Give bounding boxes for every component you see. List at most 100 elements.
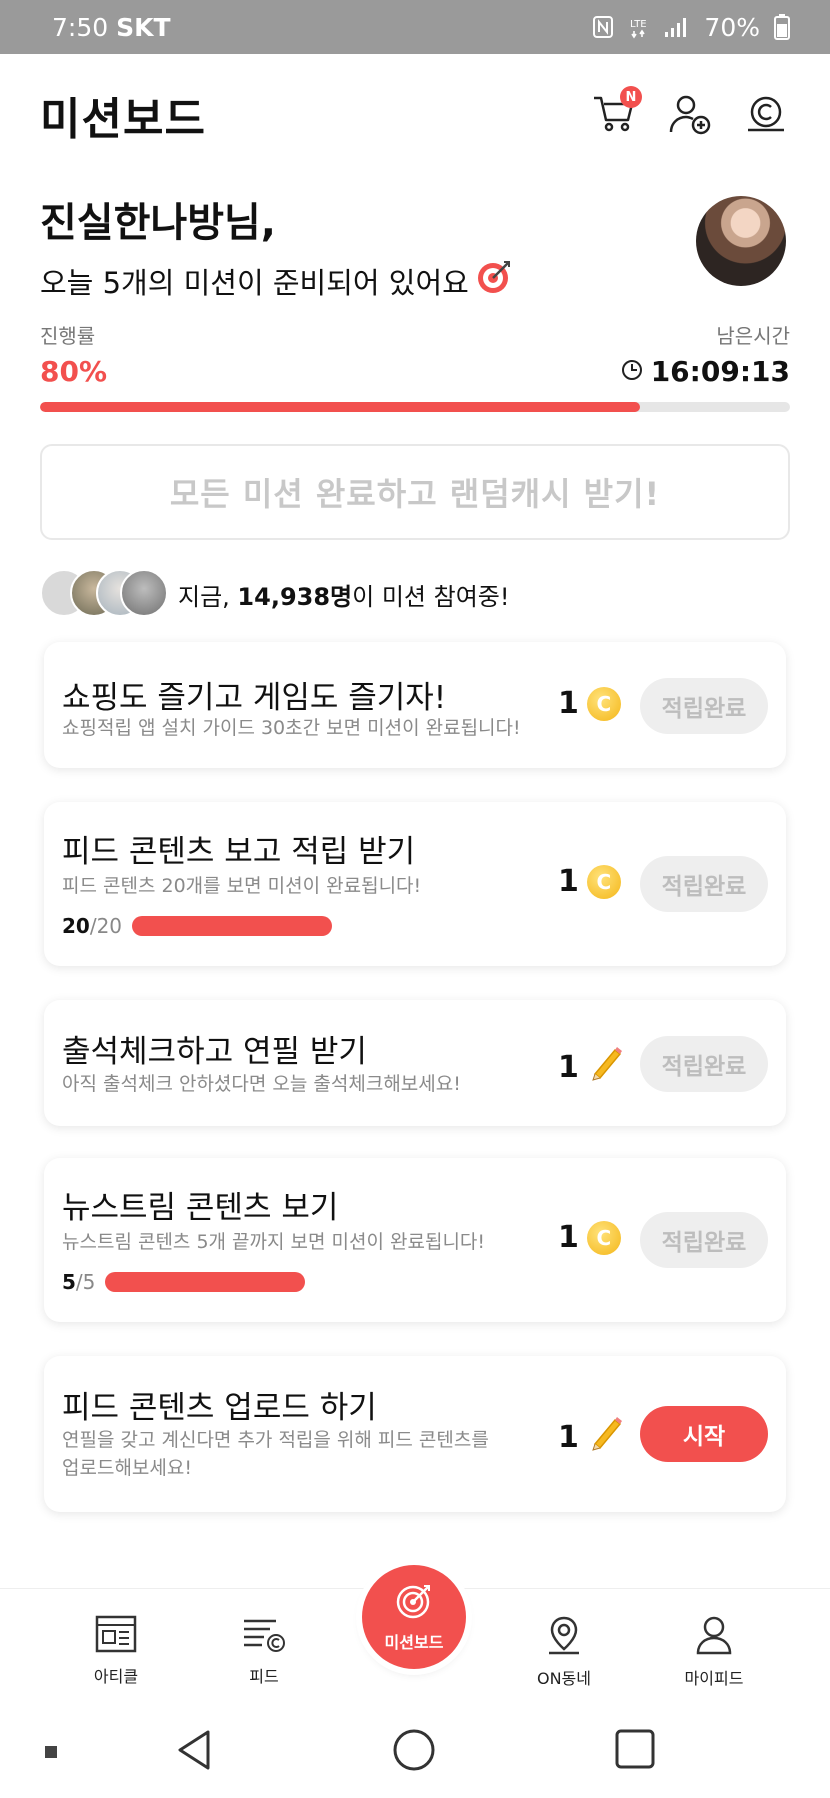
mission-button[interactable]: 적립완료 <box>640 1036 768 1092</box>
back-icon[interactable] <box>174 1728 214 1776</box>
nav-on-label: ON동네 <box>536 1669 591 1688</box>
lte-icon: LTE <box>628 15 650 39</box>
progress-total: /20 <box>89 914 123 938</box>
mission-desc: 아직 출석체크 안하셨다면 오늘 출석체크해보세요! <box>62 1073 461 1095</box>
participants-text: 지금, 14,938명이 미션 참여중! <box>178 577 509 612</box>
svg-text:LTE: LTE <box>630 19 647 30</box>
greeting-subtitle-row: 오늘 5개의 미션이 준비되어 있어요 <box>40 258 640 303</box>
coin-icon: C <box>586 1220 621 1255</box>
signal-icon <box>664 16 690 38</box>
mission-button[interactable]: 적립완료 <box>640 856 768 912</box>
nav-my-label: 마이피드 <box>684 1669 744 1688</box>
mission-desc: 피드 콘텐츠 20개를 보면 미션이 완료됩니다! <box>62 875 422 897</box>
status-carrier: SKT <box>116 12 171 42</box>
home-icon[interactable] <box>392 1728 436 1776</box>
cash-coin-icon[interactable] <box>744 92 790 138</box>
nav-my-feed[interactable]: 마이피드 <box>654 1589 774 1701</box>
target-icon <box>475 258 513 303</box>
mission-title: 쇼핑도 즐기고 게임도 즐기자! <box>62 680 447 716</box>
mission-reward: 1 <box>558 1044 625 1090</box>
battery-percent: 70% <box>704 12 760 42</box>
avatar[interactable] <box>696 196 786 286</box>
mission-card[interactable]: 출석체크하고 연필 받기 아직 출석체크 안하셨다면 오늘 출석체크해보세요! … <box>44 1000 786 1126</box>
article-icon <box>95 1615 137 1657</box>
page-title: 미션보드 <box>40 94 206 145</box>
mission-progress: 20/20 <box>62 914 333 938</box>
mission-title: 피드 콘텐츠 업로드 하기 <box>62 1390 377 1426</box>
mission-reward: 1 <box>558 1414 625 1460</box>
cart-icon[interactable]: N <box>592 86 642 138</box>
mission-title: 출석체크하고 연필 받기 <box>62 1034 367 1070</box>
profile-icon <box>695 1615 733 1659</box>
mission-card[interactable]: 뉴스트림 콘텐츠 보기 뉴스트림 콘텐츠 5개 끝까지 보면 미션이 완료됩니다… <box>44 1158 786 1322</box>
mission-reward: 1 C <box>558 864 621 899</box>
user-name: 진실한나방님, <box>40 200 276 246</box>
location-pin-icon <box>545 1615 583 1659</box>
progress-done: 20 <box>62 914 90 938</box>
mission-desc: 뉴스트림 콘텐츠 5개 끝까지 보면 미션이 완료됩니다! <box>62 1231 486 1253</box>
overview-icon[interactable] <box>614 1728 656 1774</box>
mission-target-icon <box>394 1581 434 1625</box>
header: 미션보드 N <box>40 80 790 150</box>
participants-prefix: 지금, <box>178 582 238 611</box>
mission-title: 뉴스트림 콘텐츠 보기 <box>62 1190 339 1226</box>
participants-count: 14,938명 <box>237 582 353 611</box>
progress-fill <box>40 402 640 412</box>
mission-desc: 연필을 갖고 계신다면 추가 적립을 위해 피드 콘텐츠를 업로드해보세요! <box>62 1429 489 1479</box>
status-bar: 7:50 SKT LTE 70% <box>0 0 830 54</box>
add-friend-icon[interactable] <box>668 92 714 138</box>
battery-icon <box>774 14 790 40</box>
participant-avatar <box>120 569 168 617</box>
participants-row: 지금, 14,938명이 미션 참여중! <box>40 568 509 620</box>
pencil-icon <box>587 1044 625 1090</box>
greeting-subtitle: 오늘 5개의 미션이 준비되어 있어요 <box>40 265 469 300</box>
mission-title: 피드 콘텐츠 보고 적립 받기 <box>62 834 416 870</box>
header-icons: N <box>592 86 790 138</box>
reward-amount: 1 <box>558 864 579 899</box>
coin-icon: C <box>586 686 621 721</box>
mission-card[interactable]: 피드 콘텐츠 업로드 하기 연필을 갖고 계신다면 추가 적립을 위해 피드 콘… <box>44 1356 786 1512</box>
reward-amount: 1 <box>558 1049 579 1085</box>
status-time: 7:50 <box>52 12 109 42</box>
mission-reward: 1 C <box>558 686 621 721</box>
nav-article[interactable]: 아티클 <box>56 1589 176 1701</box>
status-right: LTE 70% <box>592 13 790 42</box>
mission-progress-bar <box>105 1272 306 1292</box>
progress-done: 5 <box>62 1270 76 1294</box>
nav-on-neighborhood[interactable]: ON동네 <box>504 1589 624 1701</box>
remaining-timer: 16:09:13 <box>621 355 790 388</box>
greeting: 진실한나방님, 오늘 5개의 미션이 준비되어 있어요 <box>40 190 640 303</box>
mission-progress-bar <box>132 916 333 936</box>
recents-dot-icon[interactable] <box>44 1744 58 1763</box>
feed-icon <box>242 1615 286 1657</box>
coin-icon: C <box>586 864 621 899</box>
remaining-label: 남은시간 <box>716 324 790 348</box>
progress-left: 진행률 80% <box>40 320 107 388</box>
mission-button[interactable]: 적립완료 <box>640 1212 768 1268</box>
mission-card[interactable]: 쇼핑도 즐기고 게임도 즐기자! 쇼핑적립 앱 설치 가이드 30초간 보면 미… <box>44 642 786 768</box>
nfc-icon <box>592 15 614 39</box>
progress-bar <box>40 402 790 412</box>
mission-start-button[interactable]: 시작 <box>640 1406 768 1462</box>
nav-mission-board[interactable]: 미션보드 <box>362 1565 466 1669</box>
reward-amount: 1 <box>558 1220 579 1255</box>
progress-section: 진행률 80% 남은시간 16:09:13 <box>40 320 790 390</box>
bottom-nav: 아티클 피드 미션보드 ON동네 마이피드 <box>0 1565 830 1701</box>
system-nav-bar <box>0 1700 830 1798</box>
cart-badge: N <box>620 86 642 108</box>
mission-button[interactable]: 적립완료 <box>640 678 768 734</box>
reward-amount: 1 <box>558 1419 579 1455</box>
participants-suffix: 이 미션 참여중! <box>352 582 510 611</box>
mission-card[interactable]: 피드 콘텐츠 보고 적립 받기 피드 콘텐츠 20개를 보면 미션이 완료됩니다… <box>44 802 786 966</box>
nav-feed-label: 피드 <box>249 1667 279 1686</box>
nav-feed[interactable]: 피드 <box>204 1589 324 1701</box>
progress-total: /5 <box>75 1270 96 1294</box>
participant-avatars <box>40 569 170 619</box>
progress-right: 남은시간 16:09:13 <box>621 320 790 388</box>
reward-amount: 1 <box>558 686 579 721</box>
mission-desc: 쇼핑적립 앱 설치 가이드 30초간 보면 미션이 완료됩니다! <box>62 717 521 739</box>
progress-label: 진행률 <box>40 324 96 348</box>
clock-icon <box>621 355 643 388</box>
all-missions-button[interactable]: 모든 미션 완료하고 랜덤캐시 받기! <box>40 444 790 540</box>
mission-reward: 1 C <box>558 1220 621 1255</box>
